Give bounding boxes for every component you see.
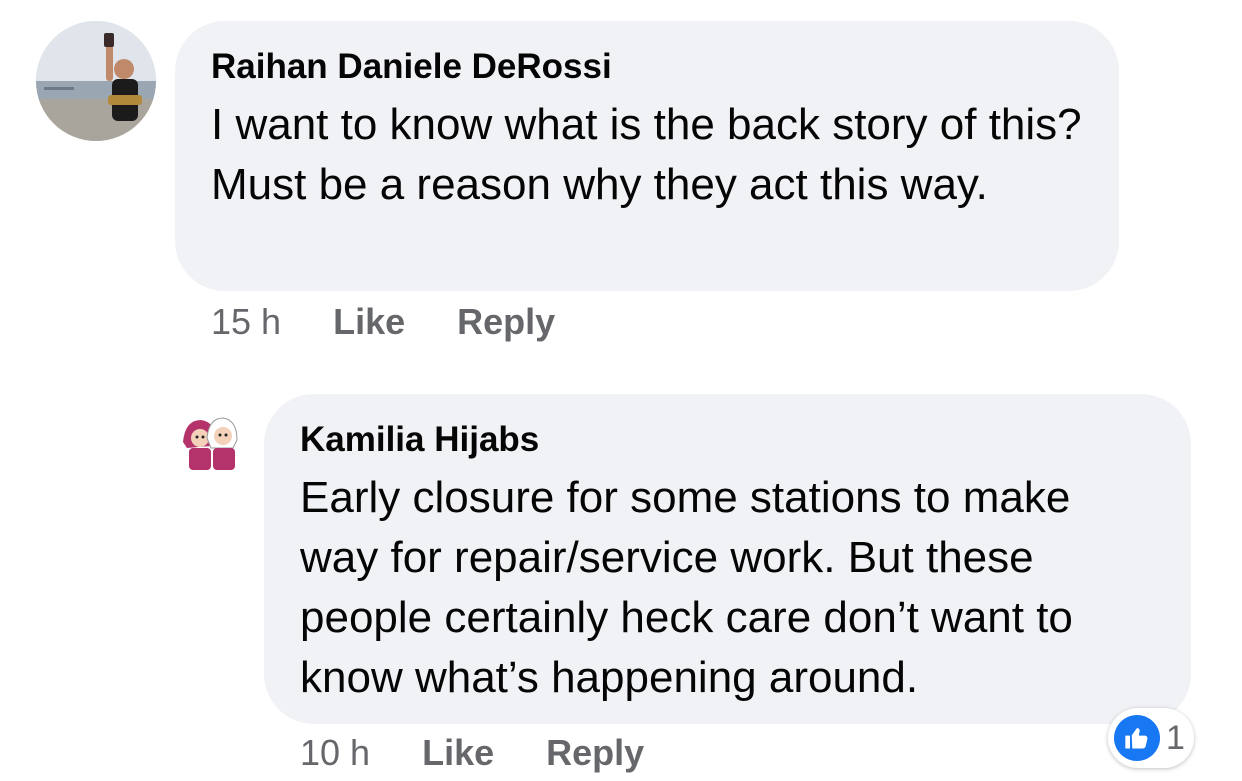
like-button[interactable]: Like (422, 732, 494, 774)
reply-button[interactable]: Reply (457, 301, 555, 343)
reaction-badge[interactable]: 1 (1108, 708, 1194, 768)
comment-bubble: Raihan Daniele DeRossi I want to know wh… (175, 21, 1119, 291)
reaction-count: 1 (1166, 718, 1185, 757)
like-button[interactable]: Like (333, 301, 405, 343)
comment-text: I want to know what is the back story of… (211, 100, 1082, 209)
comment-actions: 15 h Like Reply (211, 300, 607, 344)
comments-thread: Raihan Daniele DeRossi I want to know wh… (0, 0, 1242, 781)
comment-author[interactable]: Kamilia Hijabs (300, 418, 1155, 462)
comment-bubble: Kamilia Hijabs Early closure for some st… (264, 394, 1191, 724)
comment-timestamp[interactable]: 15 h (211, 301, 281, 343)
avatar-raihan[interactable] (36, 21, 156, 141)
reply-button[interactable]: Reply (546, 732, 644, 774)
thumbs-up-icon (1114, 715, 1160, 761)
avatar-kamilia[interactable] (175, 408, 247, 480)
comment-text: Early closure for some stations to make … (300, 473, 1073, 702)
comment-timestamp[interactable]: 10 h (300, 732, 370, 774)
comment-author[interactable]: Raihan Daniele DeRossi (211, 45, 1083, 89)
comment-actions: 10 h Like Reply (300, 731, 696, 775)
